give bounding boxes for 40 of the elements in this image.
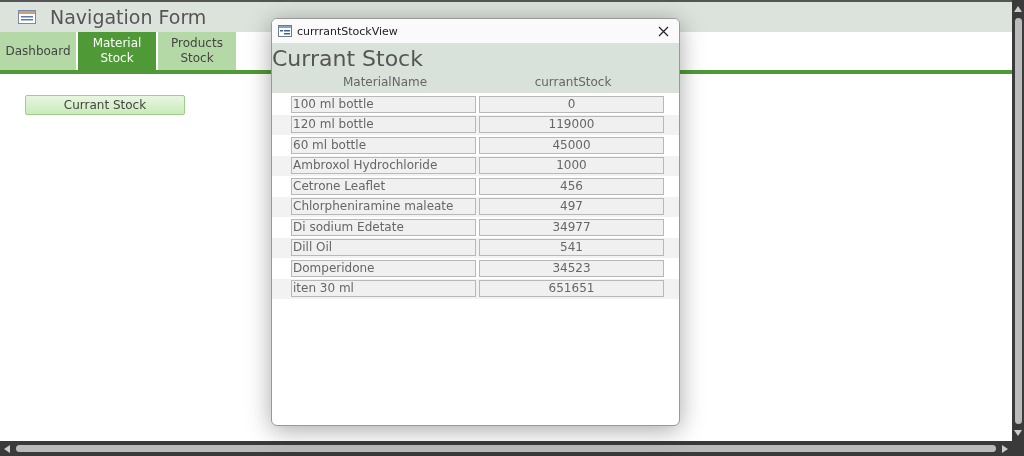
stock-field[interactable]: 34977 [479, 218, 664, 236]
stock-field[interactable]: 0 [479, 95, 664, 113]
window-title: currrantStockView [297, 24, 399, 38]
scroll-thumb[interactable] [16, 445, 996, 452]
stock-field[interactable]: 1000 [479, 157, 664, 175]
stock-field[interactable]: 45000 [479, 136, 664, 154]
stock-field[interactable]: 651651 [479, 280, 664, 298]
form-icon [18, 10, 36, 24]
material-name-field[interactable]: 100 ml bottle [291, 95, 476, 113]
material-name-field[interactable]: Di sodium Edetate [291, 218, 476, 236]
form-heading: Currant Stock [272, 46, 424, 72]
form-title: Navigation Form [50, 6, 207, 28]
column-header: MaterialName [341, 75, 429, 89]
material-name-field[interactable]: Cetrone Leaflet [291, 177, 476, 195]
close-icon[interactable] [658, 25, 669, 37]
scroll-right-icon[interactable] [1002, 444, 1008, 453]
horizontal-scrollbar[interactable] [0, 441, 1012, 456]
material-name-field[interactable]: 60 ml bottle [291, 136, 476, 154]
column-header: currantStock [533, 75, 613, 89]
material-name-field[interactable]: Ambroxol Hydrochloride [291, 157, 476, 175]
stock-field[interactable]: 119000 [479, 116, 664, 134]
tab[interactable]: Products Stock [158, 32, 236, 70]
material-name-field[interactable]: Chlorpheniramine maleate [291, 198, 476, 216]
tab[interactable]: Dashboard [0, 32, 76, 70]
vertical-scrollbar[interactable] [1012, 0, 1024, 456]
scroll-thumb[interactable] [1014, 18, 1022, 424]
stock-field[interactable]: 497 [479, 198, 664, 216]
form-icon [278, 25, 292, 37]
scroll-down-icon[interactable] [1014, 430, 1022, 436]
stock-field[interactable]: 541 [479, 239, 664, 257]
scroll-left-icon[interactable] [4, 444, 10, 453]
scroll-up-icon[interactable] [1014, 6, 1022, 12]
material-name-field[interactable]: Domperidone [291, 259, 476, 277]
currant-stock-button[interactable]: Currant Stock [25, 95, 185, 115]
stock-field[interactable]: 34523 [479, 259, 664, 277]
tab[interactable]: Material Stock [78, 32, 156, 70]
material-name-field[interactable]: iten 30 ml [291, 280, 476, 298]
material-name-field[interactable]: Dill Oil [291, 239, 476, 257]
material-name-field[interactable]: 120 ml bottle [291, 116, 476, 134]
stock-field[interactable]: 456 [479, 177, 664, 195]
